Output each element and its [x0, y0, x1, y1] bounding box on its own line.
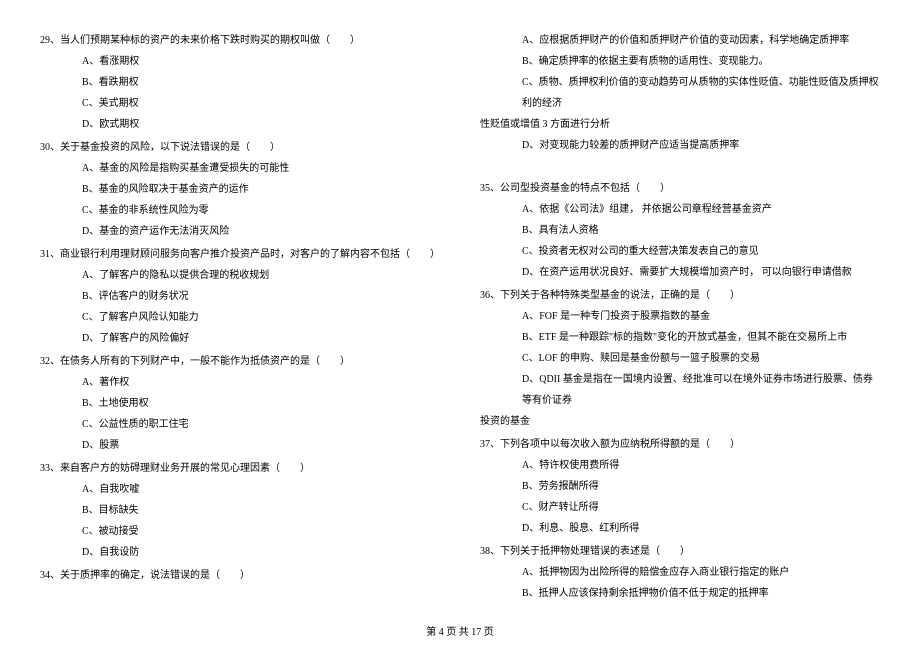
q37-text: 37、下列各项中以每次收入额为应纳税所得额的是（ ） [480, 434, 880, 455]
q37-opt-d: D、利息、股息、红利所得 [480, 518, 880, 539]
q31-opt-b: B、评估客户的财务状况 [40, 286, 440, 307]
q37-opt-b: B、劳务报酬所得 [480, 476, 880, 497]
q38-text: 38、下列关于抵押物处理错误的表述是（ ） [480, 541, 880, 562]
q32-opt-a: A、著作权 [40, 372, 440, 393]
question-34-cont: A、应根据质押财产的价值和质押财产价值的变动因素，科学地确定质押率 B、确定质押… [480, 30, 880, 156]
q29-opt-b: B、看跌期权 [40, 72, 440, 93]
q36-opt-b: B、ETF 是一种跟踪"标的指数"变化的开放式基金，但其不能在交易所上市 [480, 327, 880, 348]
q36-opt-a: A、FOF 是一种专门投资于股票指数的基金 [480, 306, 880, 327]
spacer [480, 158, 880, 178]
q33-opt-b: B、目标缺失 [40, 500, 440, 521]
q36-opt-d-cont: 投资的基金 [480, 411, 880, 432]
q34-opt-a: A、应根据质押财产的价值和质押财产价值的变动因素，科学地确定质押率 [480, 30, 880, 51]
q36-opt-c: C、LOF 的申购、赎回是基金份额与一篮子股票的交易 [480, 348, 880, 369]
q34-opt-c-cont: 性贬值或增值 3 方面进行分析 [480, 114, 880, 135]
question-30: 30、关于基金投资的风险，以下说法错误的是（ ） A、基金的风险是指购买基金遭受… [40, 137, 440, 242]
q31-opt-d: D、了解客户的风险偏好 [40, 328, 440, 349]
q29-text: 29、当人们预期某种标的资产的未来价格下跌时购买的期权叫做（ ） [40, 30, 440, 51]
q34-opt-b: B、确定质押率的依据主要有质物的适用性、变现能力。 [480, 51, 880, 72]
question-33: 33、来自客户方的妨碍理财业务开展的常见心理因素（ ） A、自我吹嘘 B、目标缺… [40, 458, 440, 563]
q33-opt-c: C、被动接受 [40, 521, 440, 542]
question-31: 31、商业银行利用理财顾问服务向客户推介投资产品时，对客户的了解内容不包括（ ）… [40, 244, 440, 349]
q35-opt-d: D、在资产运用状况良好、需要扩大规模增加资产时， 可以向银行申请借款 [480, 262, 880, 283]
q30-opt-a: A、基金的风险是指购买基金遭受损失的可能性 [40, 158, 440, 179]
q30-text: 30、关于基金投资的风险，以下说法错误的是（ ） [40, 137, 440, 158]
question-34: 34、关于质押率的确定，说法错误的是（ ） [40, 565, 440, 586]
q35-opt-c: C、投资者无权对公司的重大经营决策发表自己的意见 [480, 241, 880, 262]
q35-opt-b: B、具有法人资格 [480, 220, 880, 241]
q31-opt-a: A、了解客户的隐私以提供合理的税收规划 [40, 265, 440, 286]
left-column: 29、当人们预期某种标的资产的未来价格下跌时购买的期权叫做（ ） A、看涨期权 … [40, 30, 440, 610]
q36-opt-d: D、QDII 基金是指在一国境内设置、经批准可以在境外证券市场进行股票、债券等有… [480, 369, 880, 411]
q29-opt-a: A、看涨期权 [40, 51, 440, 72]
q34-opt-d: D、对变现能力较差的质押财产应适当提高质押率 [480, 135, 880, 156]
q35-text: 35、公司型投资基金的特点不包括（ ） [480, 178, 880, 199]
q33-opt-a: A、自我吹嘘 [40, 479, 440, 500]
q33-text: 33、来自客户方的妨碍理财业务开展的常见心理因素（ ） [40, 458, 440, 479]
page-footer: 第 4 页 共 17 页 [0, 623, 920, 638]
question-29: 29、当人们预期某种标的资产的未来价格下跌时购买的期权叫做（ ） A、看涨期权 … [40, 30, 440, 135]
q29-opt-d: D、欧式期权 [40, 114, 440, 135]
content-columns: 29、当人们预期某种标的资产的未来价格下跌时购买的期权叫做（ ） A、看涨期权 … [40, 30, 880, 610]
q34-text: 34、关于质押率的确定，说法错误的是（ ） [40, 565, 440, 586]
q33-opt-d: D、自我设防 [40, 542, 440, 563]
q36-text: 36、下列关于各种特殊类型基金的说法，正确的是（ ） [480, 285, 880, 306]
q34-opt-c: C、质物、质押权利价值的变动趋势可从质物的实体性贬值、功能性贬值及质押权利的经济 [480, 72, 880, 114]
q31-text: 31、商业银行利用理财顾问服务向客户推介投资产品时，对客户的了解内容不包括（ ） [40, 244, 440, 265]
q37-opt-c: C、财产转让所得 [480, 497, 880, 518]
q32-opt-d: D、股票 [40, 435, 440, 456]
right-column: A、应根据质押财产的价值和质押财产价值的变动因素，科学地确定质押率 B、确定质押… [480, 30, 880, 610]
question-35: 35、公司型投资基金的特点不包括（ ） A、依据《公司法》组建， 并依据公司章程… [480, 178, 880, 283]
q32-opt-c: C、公益性质的职工住宅 [40, 414, 440, 435]
q32-opt-b: B、土地使用权 [40, 393, 440, 414]
q30-opt-b: B、基金的风险取决于基金资产的运作 [40, 179, 440, 200]
q32-text: 32、在债务人所有的下列财产中，一般不能作为抵债资产的是（ ） [40, 351, 440, 372]
q38-opt-b: B、抵押人应该保持剩余抵押物价值不低于规定的抵押率 [480, 583, 880, 604]
q31-opt-c: C、了解客户风险认知能力 [40, 307, 440, 328]
q29-opt-c: C、美式期权 [40, 93, 440, 114]
q35-opt-a: A、依据《公司法》组建， 并依据公司章程经营基金资产 [480, 199, 880, 220]
q38-opt-a: A、抵押物因为出险所得的赔偿金应存入商业银行指定的账户 [480, 562, 880, 583]
q30-opt-c: C、基金的非系统性风险为零 [40, 200, 440, 221]
question-37: 37、下列各项中以每次收入额为应纳税所得额的是（ ） A、特许权使用费所得 B、… [480, 434, 880, 539]
q37-opt-a: A、特许权使用费所得 [480, 455, 880, 476]
question-38: 38、下列关于抵押物处理错误的表述是（ ） A、抵押物因为出险所得的赔偿金应存入… [480, 541, 880, 604]
q30-opt-d: D、基金的资产运作无法消灭风险 [40, 221, 440, 242]
question-36: 36、下列关于各种特殊类型基金的说法，正确的是（ ） A、FOF 是一种专门投资… [480, 285, 880, 432]
question-32: 32、在债务人所有的下列财产中，一般不能作为抵债资产的是（ ） A、著作权 B、… [40, 351, 440, 456]
